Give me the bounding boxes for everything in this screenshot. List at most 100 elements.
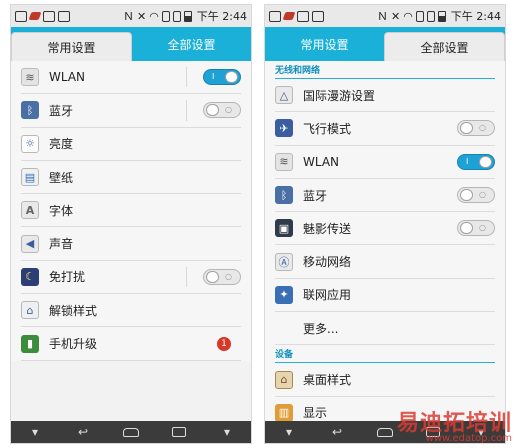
wifi-signal-icon: ◠: [149, 9, 159, 23]
home-icon: [123, 427, 139, 437]
home-button[interactable]: [119, 425, 143, 439]
wifi-signal-icon: ◠: [403, 9, 413, 23]
sim2-icon: [172, 10, 181, 22]
list-item-share[interactable]: ▣ 魅影传送 ○: [275, 212, 495, 246]
menu-button[interactable]: ▾: [277, 425, 301, 439]
list-item-wlan[interactable]: ≋ WLAN I: [21, 61, 241, 95]
right-phone-screen: Ｎ ✕ ◠ 下午 2:44 常用设置 全部设置 无线和网络 △ 国际漫游设置 ✈…: [264, 4, 506, 444]
list-item-label: 蓝牙: [303, 188, 328, 203]
list-item-do-not-disturb[interactable]: ☾ 免打扰 ○: [21, 261, 241, 295]
mute-icon: ✕: [136, 9, 147, 23]
recent-apps-button[interactable]: [167, 425, 191, 439]
divider: [186, 67, 187, 88]
mobile-network-icon: Ⓐ: [275, 252, 293, 271]
list-item-home-style[interactable]: ⌂ 桌面样式: [275, 363, 495, 397]
message-notification-icon: [58, 10, 70, 22]
status-bar: Ｎ ✕ ◠ 下午 2:44: [265, 5, 505, 27]
navigation-bar: ▾ ↩ ▾: [11, 421, 251, 443]
list-item-label: 字体: [49, 203, 74, 218]
list-item-label: 壁纸: [49, 170, 74, 185]
list-item-label: 更多...: [303, 321, 339, 336]
sound-icon: ◀: [21, 234, 39, 253]
home-button[interactable]: [373, 425, 397, 439]
list-item-airplane-mode[interactable]: ✈ 飞行模式 ○: [275, 112, 495, 146]
status-bar: Ｎ ✕ ◠ 下午 2:44: [11, 5, 251, 27]
list-item-network-apps[interactable]: ✦ 联网应用: [275, 279, 495, 313]
nfc-icon: Ｎ: [122, 9, 134, 23]
list-item-more[interactable]: 更多...: [275, 312, 495, 346]
list-item-label: 联网应用: [303, 288, 352, 303]
list-item-bluetooth[interactable]: ᛒ 蓝牙 ○: [275, 179, 495, 213]
divider: [186, 100, 187, 121]
bluetooth-icon: ᛒ: [21, 101, 39, 120]
wlan-toggle[interactable]: I: [457, 153, 495, 170]
screenshot-stage: Ｎ ✕ ◠ 下午 2:44 常用设置 全部设置 ≋ WLAN I ᛒ 蓝牙 ○ …: [0, 0, 516, 448]
sim1-icon: [161, 10, 170, 22]
wallpaper-icon: ▤: [21, 168, 39, 187]
battery-icon: [183, 10, 192, 22]
mute-icon: ✕: [390, 9, 401, 23]
settings-tabs: 常用设置 全部设置: [11, 27, 251, 61]
list-item-label: WLAN: [49, 70, 86, 85]
home-style-icon: ⌂: [275, 370, 293, 389]
nfc-icon: Ｎ: [376, 9, 388, 23]
list-item-wallpaper[interactable]: ▤ 壁纸: [21, 161, 241, 195]
tab-all-settings[interactable]: 全部设置: [384, 32, 505, 61]
common-settings-list: ≋ WLAN I ᛒ 蓝牙 ○ ☼ 亮度 ▤ 壁纸 A 字体 ◀ 声音 ☾ 免打…: [11, 61, 251, 361]
home-icon: [377, 427, 393, 437]
share-icon: ▣: [275, 219, 293, 238]
list-item-roaming[interactable]: △ 国际漫游设置: [275, 79, 495, 113]
section-header-wireless: 无线和网络: [275, 61, 495, 79]
gallery-notification-icon: [269, 10, 281, 22]
bluetooth-toggle[interactable]: ○: [203, 102, 241, 119]
do-not-disturb-toggle[interactable]: ○: [203, 268, 241, 285]
wifi-icon: ≋: [275, 152, 293, 171]
display-icon: ▥: [275, 403, 293, 422]
font-icon: A: [21, 201, 39, 220]
airplane-icon: ✈: [275, 119, 293, 138]
list-item-font[interactable]: A 字体: [21, 194, 241, 228]
list-item-wlan[interactable]: ≋ WLAN I: [275, 146, 495, 179]
list-item-label: 声音: [49, 237, 74, 252]
list-item-label: 蓝牙: [49, 103, 74, 118]
photo-notification-icon: [43, 10, 55, 22]
notifications-button[interactable]: ▾: [215, 425, 239, 439]
list-item-label: 飞行模式: [303, 121, 352, 136]
update-badge: 1: [217, 336, 231, 351]
list-item-label: 解锁样式: [49, 303, 98, 318]
brightness-icon: ☼: [21, 134, 39, 153]
all-settings-list: 无线和网络 △ 国际漫游设置 ✈ 飞行模式 ○ ≋ WLAN I ᛒ 蓝牙 ○ …: [265, 61, 505, 430]
list-item-phone-upgrade[interactable]: ▮ 手机升级 1: [21, 327, 241, 361]
tab-common-settings[interactable]: 常用设置: [265, 27, 384, 61]
wifi-icon: ≋: [21, 68, 39, 87]
menu-button[interactable]: ▾: [23, 425, 47, 439]
bluetooth-toggle[interactable]: ○: [457, 187, 495, 204]
sim2-icon: [426, 10, 435, 22]
message-notification-icon: [312, 10, 324, 22]
list-item-label: 移动网络: [303, 255, 352, 270]
list-item-label: 免打扰: [49, 270, 86, 285]
list-item-label: 亮度: [49, 137, 74, 152]
list-item-brightness[interactable]: ☼ 亮度: [21, 128, 241, 161]
status-time: 下午 2:44: [196, 10, 247, 23]
back-button[interactable]: ↩: [71, 425, 95, 439]
list-item-label: 桌面样式: [303, 373, 352, 388]
airplane-mode-toggle[interactable]: ○: [457, 120, 495, 137]
upgrade-icon: ▮: [21, 334, 39, 353]
tab-common-settings[interactable]: 常用设置: [11, 32, 132, 61]
share-toggle[interactable]: ○: [457, 220, 495, 237]
bluetooth-icon: ᛒ: [275, 186, 293, 205]
list-item-bluetooth[interactable]: ᛒ 蓝牙 ○: [21, 94, 241, 128]
divider: [186, 266, 187, 288]
battery-icon: [437, 10, 446, 22]
tab-all-settings[interactable]: 全部设置: [132, 27, 251, 61]
back-button[interactable]: ↩: [325, 425, 349, 439]
list-item-mobile-network[interactable]: Ⓐ 移动网络: [275, 245, 495, 279]
list-item-sound[interactable]: ◀ 声音: [21, 227, 241, 261]
list-item-unlock-style[interactable]: ⌂ 解锁样式: [21, 294, 241, 328]
settings-tabs: 常用设置 全部设置: [265, 27, 505, 61]
wlan-toggle[interactable]: I: [203, 69, 241, 86]
photo-notification-icon: [297, 10, 309, 22]
network-apps-icon: ✦: [275, 285, 293, 304]
gallery-notification-icon: [15, 10, 27, 22]
